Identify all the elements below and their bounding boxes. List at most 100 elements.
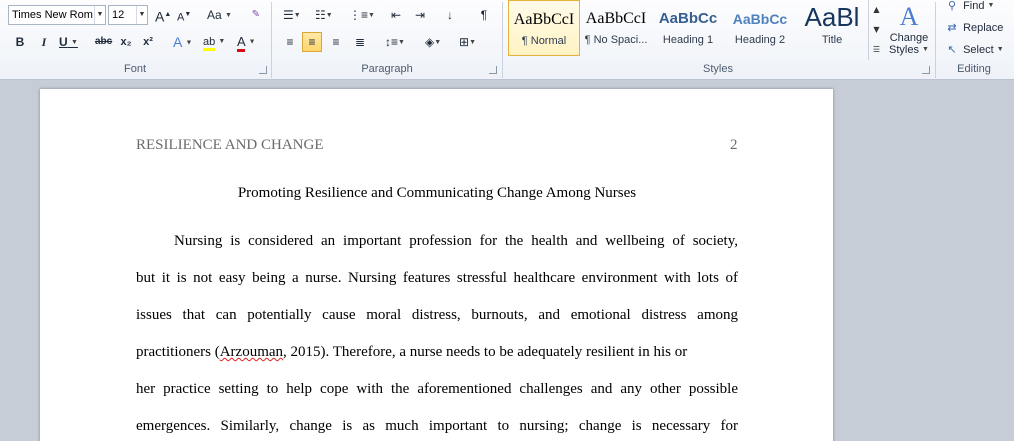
replace-button[interactable]: ⇄ Replace (944, 18, 1003, 38)
style-no-spacing[interactable]: AaBbCcI ¶ No Spaci... (580, 0, 652, 56)
style-sample: AaBl (804, 2, 860, 32)
justify-button[interactable]: ≣ (350, 32, 370, 52)
multilevel-list-button[interactable]: ⋮≡▼ (346, 5, 378, 25)
italic-icon: I (41, 35, 47, 49)
change-styles-button[interactable]: A Change Styles ▼ (886, 2, 932, 56)
cursor-icon: ↖ (947, 44, 957, 56)
superscript-icon: x² (143, 36, 153, 48)
pilcrow-icon: ¶ (480, 8, 488, 22)
align-center-button[interactable]: ≡ (302, 32, 322, 52)
font-family-combo[interactable]: Times New Rom ▼ (8, 5, 106, 25)
body-line-3: issues that can potentially cause moral … (136, 307, 738, 323)
highlight-icon: ab (203, 36, 216, 51)
chevron-down-icon[interactable]: ▼ (136, 6, 147, 24)
style-heading-1[interactable]: AaBbCc Heading 1 (652, 0, 724, 56)
font-family-value: Times New Rom (12, 9, 93, 21)
show-formatting-button[interactable]: ¶ (474, 5, 494, 25)
spelling-error[interactable]: Arzouman (220, 344, 283, 360)
increase-indent-icon: ⇥ (414, 8, 426, 22)
justify-icon: ≣ (354, 35, 366, 49)
font-color-icon: A (237, 34, 245, 52)
italic-button[interactable]: I (34, 32, 54, 52)
chevron-down-icon[interactable]: ▼ (94, 6, 105, 24)
gallery-more-icon[interactable]: ☰ (869, 40, 884, 60)
font-size-value: 12 (112, 9, 125, 21)
style-heading-2[interactable]: AaBbCc Heading 2 (724, 0, 796, 56)
style-name: Title (821, 34, 843, 46)
grow-font-icon: A (155, 8, 165, 25)
text-effects-button[interactable]: A ▼ (170, 32, 195, 52)
style-name: Heading 2 (734, 34, 786, 46)
body-line-1: Nursing is considered an important profe… (174, 233, 738, 249)
gallery-down-icon[interactable]: ▼ (869, 20, 884, 40)
styles-gallery: AaBbCcI ¶ Normal AaBbCcI ¶ No Spaci... A… (506, 0, 868, 60)
change-styles-label-2: Styles ▼ (889, 44, 929, 56)
body-line-2: but it is not easy being a nurse. Nursin… (136, 270, 738, 286)
style-sample: AaBbCcI (585, 10, 647, 27)
running-header: RESILIENCE AND CHANGE (136, 137, 324, 153)
style-name: Heading 1 (662, 34, 714, 46)
replace-label: Replace (963, 22, 1004, 34)
strikethrough-button[interactable]: abc (92, 32, 115, 52)
decrease-indent-button[interactable]: ⇤ (386, 5, 406, 25)
numbering-icon: ☷ (315, 8, 326, 22)
select-button[interactable]: ↖ Select ▼ (944, 40, 1003, 60)
body-line-6: emergences. Similarly, change is as much… (136, 418, 738, 434)
increase-indent-button[interactable]: ⇥ (410, 5, 430, 25)
align-right-icon: ≡ (332, 35, 340, 49)
bullets-icon: ☰ (283, 8, 294, 22)
change-styles-icon: A (899, 2, 919, 31)
font-color-button[interactable]: A ▼ (234, 32, 259, 52)
borders-button[interactable]: ⊞▼ (456, 32, 479, 52)
highlight-button[interactable]: ab ▼ (200, 32, 228, 52)
body-line-4: practitioners (Arzouman, 2015). Therefor… (136, 344, 688, 360)
gallery-up-icon[interactable]: ▲ (869, 0, 884, 20)
style-sample: AaBbCcI (513, 11, 575, 28)
align-right-button[interactable]: ≡ (326, 32, 346, 52)
grow-font-button[interactable]: A▲ (152, 5, 174, 25)
body-line-5: her practice setting to help cope with t… (136, 381, 738, 397)
styles-dialog-launcher-icon[interactable] (922, 66, 930, 74)
shading-icon: ◈ (425, 35, 435, 49)
style-normal[interactable]: AaBbCcI ¶ Normal (508, 0, 580, 56)
style-sample: AaBbCc (658, 10, 718, 27)
sort-button[interactable]: ↓ (440, 5, 460, 25)
find-button[interactable]: ⚲ Find ▼ (944, 0, 995, 16)
font-size-combo[interactable]: 12 ▼ (108, 5, 148, 25)
page-number: 2 (730, 137, 738, 153)
clear-formatting-button[interactable]: ✎ (246, 5, 266, 25)
style-sample: AaBbCc (732, 11, 788, 27)
font-dialog-launcher-icon[interactable] (259, 66, 267, 74)
style-name: ¶ Normal (521, 35, 567, 47)
bullets-button[interactable]: ☰▼ (280, 5, 304, 25)
change-styles-label: Change (889, 32, 929, 44)
line-spacing-button[interactable]: ↕≡▼ (382, 32, 408, 52)
paragraph-dialog-launcher-icon[interactable] (489, 66, 497, 74)
bold-button[interactable]: B (10, 32, 30, 52)
document-area[interactable]: RESILIENCE AND CHANGE 2 Promoting Resili… (0, 81, 1014, 441)
align-center-icon: ≡ (308, 35, 316, 49)
numbering-button[interactable]: ☷▼ (312, 5, 336, 25)
gallery-scroll: ▲ ▼ ☰ (868, 0, 884, 60)
line-spacing-icon: ↕≡ (385, 35, 399, 49)
subscript-icon: x₂ (120, 36, 132, 48)
shrink-font-button[interactable]: A▼ (174, 5, 194, 25)
decrease-indent-icon: ⇤ (390, 8, 402, 22)
shading-button[interactable]: ◈▼ (422, 32, 444, 52)
change-case-button[interactable]: Aa ▼ (204, 5, 235, 25)
styles-group-label: Styles (703, 63, 733, 75)
document-page[interactable]: RESILIENCE AND CHANGE 2 Promoting Resili… (40, 89, 833, 441)
align-left-button[interactable]: ≡ (280, 32, 300, 52)
text-effects-icon: A (173, 34, 182, 50)
bold-icon: B (15, 35, 25, 49)
binoculars-icon: ⚲ (947, 0, 957, 12)
underline-icon: U (59, 35, 68, 49)
subscript-button[interactable]: x₂ (116, 32, 136, 52)
underline-button[interactable]: U ▼ (56, 32, 81, 52)
superscript-button[interactable]: x² (138, 32, 158, 52)
editing-group-label: Editing (957, 63, 991, 75)
document-title: Promoting Resilience and Communicating C… (237, 185, 637, 201)
style-title[interactable]: AaBl Title (796, 0, 868, 56)
sort-icon: ↓ (447, 8, 453, 22)
strikethrough-icon: abc (95, 36, 113, 47)
